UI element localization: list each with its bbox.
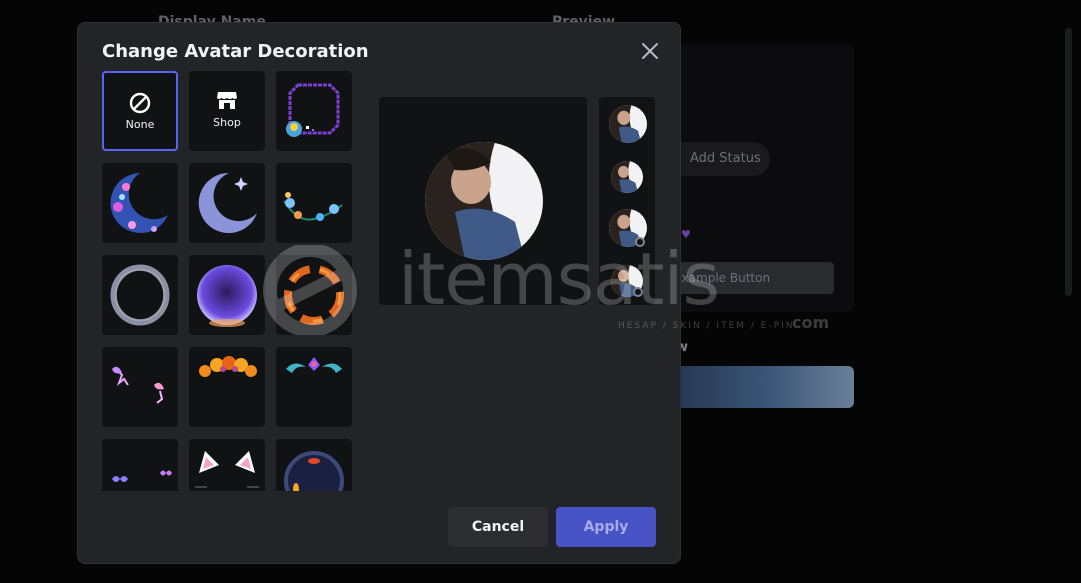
- koi-ring-decoration: [284, 265, 344, 325]
- avatar-preview-large: [609, 105, 647, 143]
- tile-label: Shop: [213, 116, 241, 129]
- blue-crescent-decoration: [198, 172, 257, 233]
- cat-ears-decoration: [195, 451, 259, 488]
- tile-shop[interactable]: Shop: [189, 71, 265, 151]
- tile-teal-ornament[interactable]: [276, 347, 352, 427]
- tile-flower-vine[interactable]: [276, 163, 352, 243]
- tile-smoke-ring[interactable]: [102, 255, 178, 335]
- tile-purple-orb[interactable]: [189, 255, 265, 335]
- tile-koi-pond[interactable]: [276, 439, 352, 491]
- tile-fairies[interactable]: [102, 347, 178, 427]
- apply-button[interactable]: Apply: [556, 507, 656, 547]
- none-icon: [129, 92, 151, 114]
- tile-cat-ears[interactable]: [189, 439, 265, 491]
- avatar-preview-medium: [611, 161, 643, 193]
- close-icon: [642, 43, 658, 59]
- close-button[interactable]: [638, 39, 662, 63]
- koi-pond-decoration: [284, 451, 344, 491]
- decoration-grid: None Shop: [102, 71, 354, 491]
- example-button[interactable]: Example Button: [660, 262, 834, 294]
- butterflies-decoration: [112, 470, 172, 482]
- smoke-ring-decoration: [110, 264, 170, 326]
- tile-butterflies[interactable]: [102, 439, 178, 491]
- shop-icon: [217, 92, 237, 109]
- tile-pixel-frame[interactable]: [276, 71, 352, 151]
- banner-image: [660, 366, 854, 408]
- flower-vine-decoration: [283, 192, 343, 221]
- tile-flower-crown[interactable]: [189, 347, 265, 427]
- purple-orb-decoration: [197, 265, 257, 327]
- status-indicator: [635, 237, 645, 247]
- tile-pink-crescent[interactable]: [102, 163, 178, 243]
- cancel-button[interactable]: Cancel: [448, 507, 548, 547]
- tile-koi-ring[interactable]: [276, 255, 352, 335]
- avatar: [425, 142, 543, 260]
- flower-crown-decoration: [199, 356, 257, 377]
- tile-none[interactable]: None: [102, 71, 178, 151]
- avatar-decoration-modal: Change Avatar Decoration None Shop Cance…: [77, 22, 681, 564]
- heart-icon: ♥: [681, 228, 691, 241]
- size-previews: [599, 97, 655, 305]
- page-scrollbar[interactable]: [1065, 28, 1072, 296]
- pink-crescent-decoration: [110, 173, 168, 233]
- tile-blue-crescent[interactable]: [189, 163, 265, 243]
- tile-label: None: [125, 118, 155, 131]
- teal-ornament-decoration: [286, 357, 342, 373]
- modal-title: Change Avatar Decoration: [102, 41, 369, 62]
- fairies-decoration: [112, 366, 164, 404]
- decoration-preview: [379, 97, 587, 305]
- status-indicator: [633, 287, 643, 297]
- pixel-frame-decoration: [286, 83, 340, 137]
